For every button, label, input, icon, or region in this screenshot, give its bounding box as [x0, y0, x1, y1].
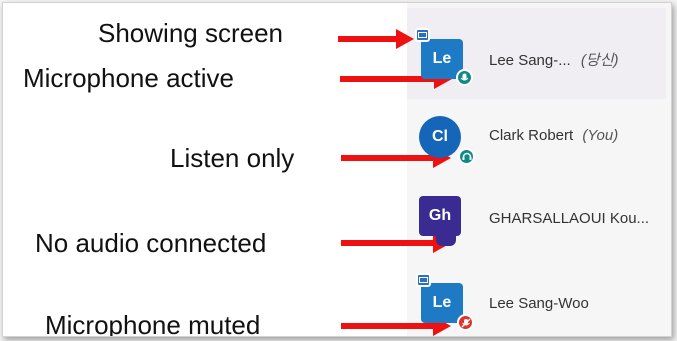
no-audio-indicator [436, 236, 456, 246]
caption-no-audio: No audio connected [35, 228, 267, 258]
arrow-listen-only [341, 148, 451, 168]
caption-showing-screen: Showing screen [98, 18, 283, 48]
avatar: Gh [419, 196, 461, 236]
avatar: Cl [419, 116, 461, 158]
caption-microphone-muted: Microphone muted [45, 310, 261, 337]
arrow-no-audio [341, 233, 451, 253]
avatar-initials: Le [432, 294, 452, 311]
participant-self-label: (당신) [580, 52, 619, 69]
caption-microphone-active: Microphone active [23, 63, 234, 93]
microphone-muted-icon [457, 314, 474, 331]
arrow-showing-screen [338, 29, 414, 49]
annotated-screenshot: Showing screen Microphone active Listen … [2, 2, 672, 337]
screen-share-icon [415, 28, 430, 42]
participant-self-label: (You) [582, 127, 619, 144]
arrow-microphone-muted [341, 316, 451, 336]
avatar-initials: Gh [428, 207, 452, 224]
participant-name: Lee Sang-Woo [489, 295, 589, 312]
listen-only-icon [458, 148, 475, 165]
screen-share-icon [416, 273, 431, 287]
avatar-initials: Cl [432, 128, 448, 145]
participant-name: GHARSALLAOUI Kou... [489, 210, 650, 227]
microphone-active-icon [456, 69, 473, 86]
avatar-initials: Le [432, 50, 452, 67]
avatar: Le [421, 283, 463, 323]
participant-name: Clark Robert (You) [489, 127, 619, 144]
caption-listen-only: Listen only [170, 143, 295, 173]
participant-name: Lee Sang-... (당신) [489, 52, 619, 69]
